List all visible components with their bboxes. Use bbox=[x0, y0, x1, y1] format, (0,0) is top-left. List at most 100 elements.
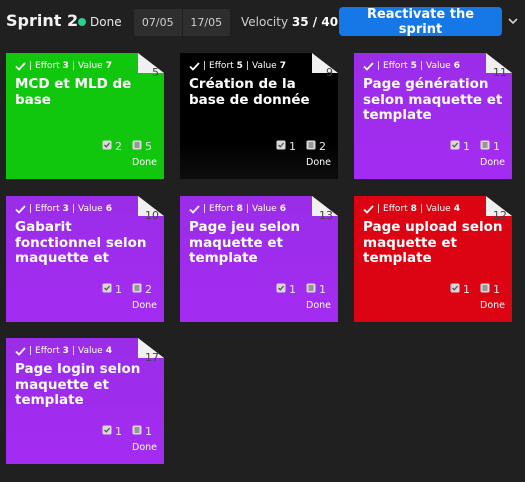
effort-value: 3 bbox=[62, 346, 69, 356]
chevron-down-icon[interactable] bbox=[506, 14, 520, 28]
effort-label: Effort bbox=[209, 61, 234, 71]
meta-separator: | bbox=[71, 346, 75, 356]
meta-separator: | bbox=[29, 204, 33, 214]
card-counts: 11 bbox=[450, 140, 500, 153]
effort-value: 3 bbox=[62, 61, 69, 71]
task-count-value: 5 bbox=[145, 140, 152, 153]
checklist-count: 1 bbox=[276, 283, 296, 296]
meta-separator: | bbox=[377, 204, 381, 214]
effort-label: Effort bbox=[35, 204, 60, 214]
checkbox-icon bbox=[276, 283, 286, 296]
card-title: Page login selon maquette et template bbox=[15, 362, 141, 408]
start-date-field[interactable]: 07/05 bbox=[134, 16, 182, 29]
checkmark-icon bbox=[189, 61, 200, 71]
story-card[interactable]: 10 | Effort 3 | Value 6 Gabarit fonctionnel sel… bbox=[6, 196, 164, 322]
checkbox-icon bbox=[450, 140, 460, 153]
meta-separator: | bbox=[419, 204, 423, 214]
task-count: 2 bbox=[132, 283, 152, 296]
story-card[interactable]: 13 | Effort 8 | Value 6 Page jeu selon maquette… bbox=[180, 196, 338, 322]
card-status: Done bbox=[480, 157, 505, 168]
card-counts: 11 bbox=[450, 283, 500, 296]
card-title: Création de la base de donnée bbox=[189, 77, 310, 108]
effort-value: 3 bbox=[62, 204, 69, 214]
meta-separator: | bbox=[245, 204, 249, 214]
checkmark-icon bbox=[189, 204, 200, 214]
sprint-date-range[interactable]: 07/05 17/05 bbox=[134, 9, 230, 36]
list-icon bbox=[132, 140, 142, 153]
card-meta: | Effort 3 | Value 7 bbox=[15, 61, 112, 71]
checkbox-icon bbox=[102, 283, 112, 296]
card-meta: | Effort 8 | Value 4 bbox=[363, 204, 460, 214]
card-status: Done bbox=[480, 300, 505, 311]
reactivate-sprint-button[interactable]: Reactivate the sprint bbox=[339, 7, 502, 37]
velocity-value: 35 / 40 bbox=[291, 15, 339, 29]
story-card[interactable]: 12 | Effort 8 | Value 4 Page upload selon maque… bbox=[354, 196, 512, 322]
value-label: Value bbox=[251, 61, 277, 71]
card-counts: 12 bbox=[102, 283, 152, 296]
story-card[interactable]: 11 | Effort 5 | Value 6 Page génération selon m… bbox=[354, 53, 512, 179]
velocity-label: Velocity bbox=[241, 15, 289, 29]
card-title: MCD et MLD de base bbox=[15, 77, 132, 108]
value-label: Value bbox=[77, 346, 103, 356]
checkmark-icon bbox=[15, 204, 26, 214]
meta-separator: | bbox=[203, 204, 207, 214]
checkmark-icon bbox=[15, 346, 26, 356]
checklist-count-value: 1 bbox=[115, 425, 122, 438]
story-card[interactable]: 17 | Effort 3 | Value 4 Page login selon maquet… bbox=[6, 338, 164, 464]
value-value: 6 bbox=[279, 204, 286, 214]
card-status: Done bbox=[132, 157, 157, 168]
list-icon bbox=[132, 283, 142, 296]
value-label: Value bbox=[77, 61, 103, 71]
task-count-value: 1 bbox=[493, 140, 500, 153]
task-count: 2 bbox=[306, 140, 326, 153]
checklist-count: 1 bbox=[450, 283, 470, 296]
value-value: 4 bbox=[453, 204, 460, 214]
card-status: Done bbox=[306, 157, 331, 168]
card-status: Done bbox=[306, 300, 331, 311]
meta-separator: | bbox=[29, 61, 33, 71]
meta-separator: | bbox=[71, 61, 75, 71]
task-count-value: 2 bbox=[145, 283, 152, 296]
effort-value: 5 bbox=[410, 61, 417, 71]
checkbox-icon bbox=[276, 140, 286, 153]
card-title: Page jeu selon maquette et template bbox=[189, 220, 300, 266]
checkmark-icon bbox=[15, 61, 26, 71]
effort-label: Effort bbox=[209, 204, 234, 214]
value-label: Value bbox=[251, 204, 277, 214]
effort-value: 8 bbox=[236, 204, 243, 214]
value-value: 6 bbox=[105, 204, 112, 214]
story-card[interactable]: 9 | Effort 5 | Value 7 Création de la base de d… bbox=[180, 53, 338, 179]
list-icon bbox=[306, 140, 316, 153]
task-count: 1 bbox=[480, 283, 500, 296]
card-meta: | Effort 8 | Value 6 bbox=[189, 204, 286, 214]
checklist-count-value: 2 bbox=[115, 140, 122, 153]
end-date-field[interactable]: 17/05 bbox=[183, 16, 231, 29]
meta-separator: | bbox=[71, 204, 75, 214]
value-label: Value bbox=[77, 204, 103, 214]
effort-value: 5 bbox=[236, 61, 243, 71]
meta-separator: | bbox=[245, 61, 249, 71]
card-title: Gabarit fonctionnel selon maquette et te… bbox=[15, 220, 147, 267]
checklist-count-value: 1 bbox=[463, 283, 470, 296]
checklist-count: 1 bbox=[102, 425, 122, 438]
value-value: 7 bbox=[105, 61, 112, 71]
meta-separator: | bbox=[419, 61, 423, 71]
card-status: Done bbox=[132, 442, 157, 453]
card-counts: 11 bbox=[276, 283, 326, 296]
task-count-value: 2 bbox=[319, 140, 326, 153]
card-counts: 25 bbox=[102, 140, 152, 153]
task-count: 1 bbox=[306, 283, 326, 296]
list-icon bbox=[480, 140, 490, 153]
card-meta: | Effort 5 | Value 7 bbox=[189, 61, 286, 71]
card-meta: | Effort 3 | Value 4 bbox=[15, 346, 112, 356]
card-counts: 12 bbox=[276, 140, 326, 153]
checklist-count: 1 bbox=[102, 283, 122, 296]
checklist-count: 1 bbox=[450, 140, 470, 153]
checkbox-icon bbox=[450, 283, 460, 296]
value-label: Value bbox=[425, 204, 451, 214]
task-count-value: 1 bbox=[145, 425, 152, 438]
story-card[interactable]: 5 | Effort 3 | Value 7 MCD et MLD de base 2 5 Done bbox=[6, 53, 164, 179]
checklist-count-value: 1 bbox=[289, 140, 296, 153]
value-label: Value bbox=[425, 61, 451, 71]
effort-label: Effort bbox=[383, 204, 408, 214]
